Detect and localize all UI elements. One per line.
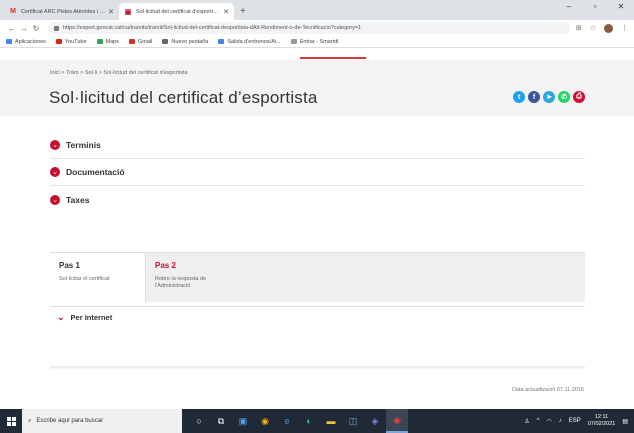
page-icon <box>290 39 297 44</box>
google-icon <box>218 39 225 44</box>
task-view-icon[interactable]: ⧉ <box>210 409 232 433</box>
section-taxes[interactable]: ⌄ Taxes <box>50 186 585 213</box>
date: 07/02/2021 <box>587 421 616 427</box>
chevron-down-icon: ⌄ <box>50 140 60 150</box>
bookmark-maps[interactable]: Maps <box>96 39 119 45</box>
page-title: Sol·licitud del certificat d’esportista <box>49 88 318 107</box>
translate-icon[interactable]: ⊞ <box>576 24 582 32</box>
section-label: Terminis <box>66 140 101 150</box>
minimize-icon[interactable]: – <box>556 0 582 14</box>
windows-icon <box>6 416 16 426</box>
store-icon[interactable]: ◫ <box>342 409 364 433</box>
breadcrumb[interactable]: Inici > Tràm > Sol·li > Sol·licitud del … <box>50 70 188 76</box>
bookmark-youtube[interactable]: YouTube <box>55 39 87 45</box>
chevron-down-icon: ⌄ <box>57 312 65 322</box>
section-label: Documentació <box>66 167 125 177</box>
notification-icon[interactable]: ▤ <box>622 418 628 425</box>
avatar[interactable] <box>604 23 613 33</box>
bookmark-new-tab[interactable]: Nuevo pestaña <box>162 39 208 45</box>
close-window-icon[interactable]: ✕ <box>608 0 634 14</box>
youtube-icon <box>55 39 62 44</box>
teams-icon[interactable]: ◈ <box>364 409 386 433</box>
bookmark-gmail[interactable]: Gmail <box>128 39 152 45</box>
lock-icon <box>54 25 59 31</box>
address-bar[interactable]: https://esport.gencat.cat/ca/tramits/tra… <box>48 22 570 34</box>
new-tab-button[interactable]: + <box>240 6 246 17</box>
people-icon[interactable]: ♙ <box>524 418 529 425</box>
tab-gmail[interactable]: M Certificat ARC Pistes Atèrrides i F...… <box>4 3 119 20</box>
chevron-up-icon[interactable]: ^ <box>537 418 540 424</box>
bookmark-smartdi[interactable]: Entrar - Smartdi <box>290 39 339 45</box>
gmail-icon: M <box>10 8 16 15</box>
maximize-icon[interactable]: ▫ <box>582 0 608 14</box>
last-updated: Data actualització 07.11.2016 <box>511 387 584 393</box>
apps-icon <box>6 39 12 44</box>
edge-icon[interactable]: ◐ <box>298 409 320 433</box>
whatsapp-icon[interactable]: ✆ <box>558 91 570 103</box>
step-title: Pas 2 <box>155 261 176 270</box>
section-documentacio[interactable]: ⌄ Documentació <box>50 159 585 186</box>
back-icon[interactable]: ← <box>6 24 18 33</box>
chevron-down-icon: ⌄ <box>50 194 60 205</box>
bookmarks-bar: Aplicaciones YouTube Maps Gmail Nuevo pe… <box>0 36 634 48</box>
facebook-icon[interactable]: f <box>528 91 540 103</box>
section-terminis[interactable]: ⌄ Terminis <box>50 132 585 159</box>
ie-icon[interactable]: e <box>276 409 298 433</box>
tab-certificat[interactable]: ▣ Sol·licitud del certificat d'esportis.… <box>119 3 234 20</box>
globe-icon <box>162 39 169 44</box>
taskbar: ⌕ Escribe aquí para buscar ○ ⧉ ▣ ◉ e ◐ ▬… <box>0 409 634 433</box>
share-buttons: t f ➤ ✆ ⎙ <box>513 91 585 103</box>
chrome-active-icon[interactable]: ◉ <box>386 409 408 433</box>
clock[interactable]: 12:11 07/02/2021 <box>588 414 616 427</box>
menu-icon[interactable]: ⋮ <box>621 24 628 32</box>
close-tab-icon[interactable]: ✕ <box>108 8 114 16</box>
forward-icon[interactable]: → <box>18 24 30 33</box>
page-content: Inici > Tràm > Sol·li > Sol·licitud del … <box>0 48 634 409</box>
system-tray: ♙ ^ ◠ ♪ ESP 12:11 07/02/2021 ▤ <box>524 414 634 427</box>
header-accent <box>300 57 366 59</box>
page-header: Inici > Tràm > Sol·li > Sol·licitud del … <box>0 60 634 116</box>
star-icon[interactable]: ☆ <box>590 24 596 32</box>
search-icon: ⌕ <box>28 417 32 424</box>
divider <box>50 366 585 370</box>
window-controls: – ▫ ✕ <box>556 0 634 14</box>
network-icon[interactable]: ◠ <box>547 418 552 425</box>
twitter-icon[interactable]: t <box>513 91 525 103</box>
close-tab-icon[interactable]: ✕ <box>223 8 229 16</box>
tab-step-1[interactable]: Pas 1 Sol·licitar el certificat <box>50 253 145 302</box>
reload-icon[interactable]: ↻ <box>30 24 42 33</box>
channel-internet[interactable]: ⌄ Per Internet <box>50 306 585 328</box>
print-icon[interactable]: ⎙ <box>573 91 585 103</box>
file-explorer-icon[interactable]: ▬ <box>320 409 342 433</box>
chevron-down-icon: ⌄ <box>50 167 60 177</box>
tab-title: Sol·licitud del certificat d'esportis... <box>136 8 221 15</box>
search-placeholder: Escribe aquí para buscar <box>36 418 104 424</box>
gencat-icon: ▣ <box>124 8 132 16</box>
browser-toolbar: ← → ↻ https://esport.gencat.cat/ca/trami… <box>0 20 634 36</box>
bookmark-google[interactable]: Salida d'entrenos/Ai... <box>218 39 281 45</box>
start-button[interactable] <box>0 409 22 433</box>
chrome-icon[interactable]: ◉ <box>254 409 276 433</box>
step-description: Rebre la resposta de l'Administració <box>155 276 207 289</box>
bookmark-apps[interactable]: Aplicaciones <box>6 39 46 45</box>
channel-label: Per Internet <box>70 313 113 322</box>
section-label: Taxes <box>66 194 90 205</box>
cortana-icon[interactable]: ○ <box>188 409 210 433</box>
steps-tabs: Pas 1 Sol·licitar el certificat Pas 2 Re… <box>50 252 585 302</box>
telegram-icon[interactable]: ➤ <box>543 91 555 103</box>
tab-strip: M Certificat ARC Pistes Atèrrides i F...… <box>0 0 634 20</box>
maps-icon <box>96 39 103 44</box>
time: 12:11 <box>594 414 609 421</box>
gmail-icon <box>128 39 135 44</box>
taskbar-search[interactable]: ⌕ Escribe aquí para buscar <box>22 409 182 433</box>
language-indicator[interactable]: ESP <box>569 418 581 424</box>
tab-step-2[interactable]: Pas 2 Rebre la resposta de l'Administrac… <box>145 253 585 302</box>
url-text: https://esport.gencat.cat/ca/tramits/tra… <box>63 25 362 31</box>
step-title: Pas 1 <box>59 261 80 270</box>
step-description: Sol·licitar el certificat <box>59 276 110 282</box>
tab-title: Certificat ARC Pistes Atèrrides i F... <box>21 8 106 15</box>
photos-icon[interactable]: ▣ <box>232 409 254 433</box>
volume-icon[interactable]: ♪ <box>559 418 562 424</box>
